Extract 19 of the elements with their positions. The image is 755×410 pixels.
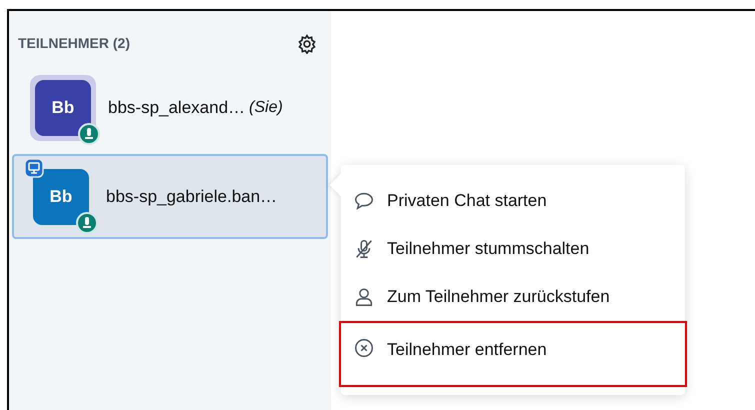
participant-name: bbs-sp_gabriele.ban… <box>106 186 278 208</box>
microphone-badge-icon <box>76 212 98 234</box>
you-label: (Sie) <box>249 98 283 118</box>
microphone-muted-icon <box>353 238 375 260</box>
menu-item[interactable]: Teilnehmer entfernen <box>339 321 687 387</box>
menu-item[interactable]: Teilnehmer stummschalten <box>341 225 685 273</box>
participant-item[interactable]: Bb bbs-sp_gabriele.ban… <box>12 154 328 239</box>
avatar: Bb <box>33 168 89 224</box>
avatar: Bb <box>35 80 91 136</box>
participants-heading: TEILNEHMER (2) <box>18 34 130 53</box>
menu-item[interactable]: Privaten Chat starten <box>341 177 685 225</box>
chat-bubble-icon <box>353 190 375 212</box>
remove-circle-icon <box>353 337 375 359</box>
microphone-badge-icon <box>78 123 100 145</box>
menu-item[interactable]: Zum Teilnehmer zurückstufen <box>341 273 685 321</box>
settings-icon[interactable] <box>297 34 317 54</box>
participant-item[interactable]: Bb bbs-sp_alexand… (Sie) <box>12 72 328 144</box>
user-icon <box>353 286 375 308</box>
participant-name: bbs-sp_alexand… <box>108 97 246 120</box>
